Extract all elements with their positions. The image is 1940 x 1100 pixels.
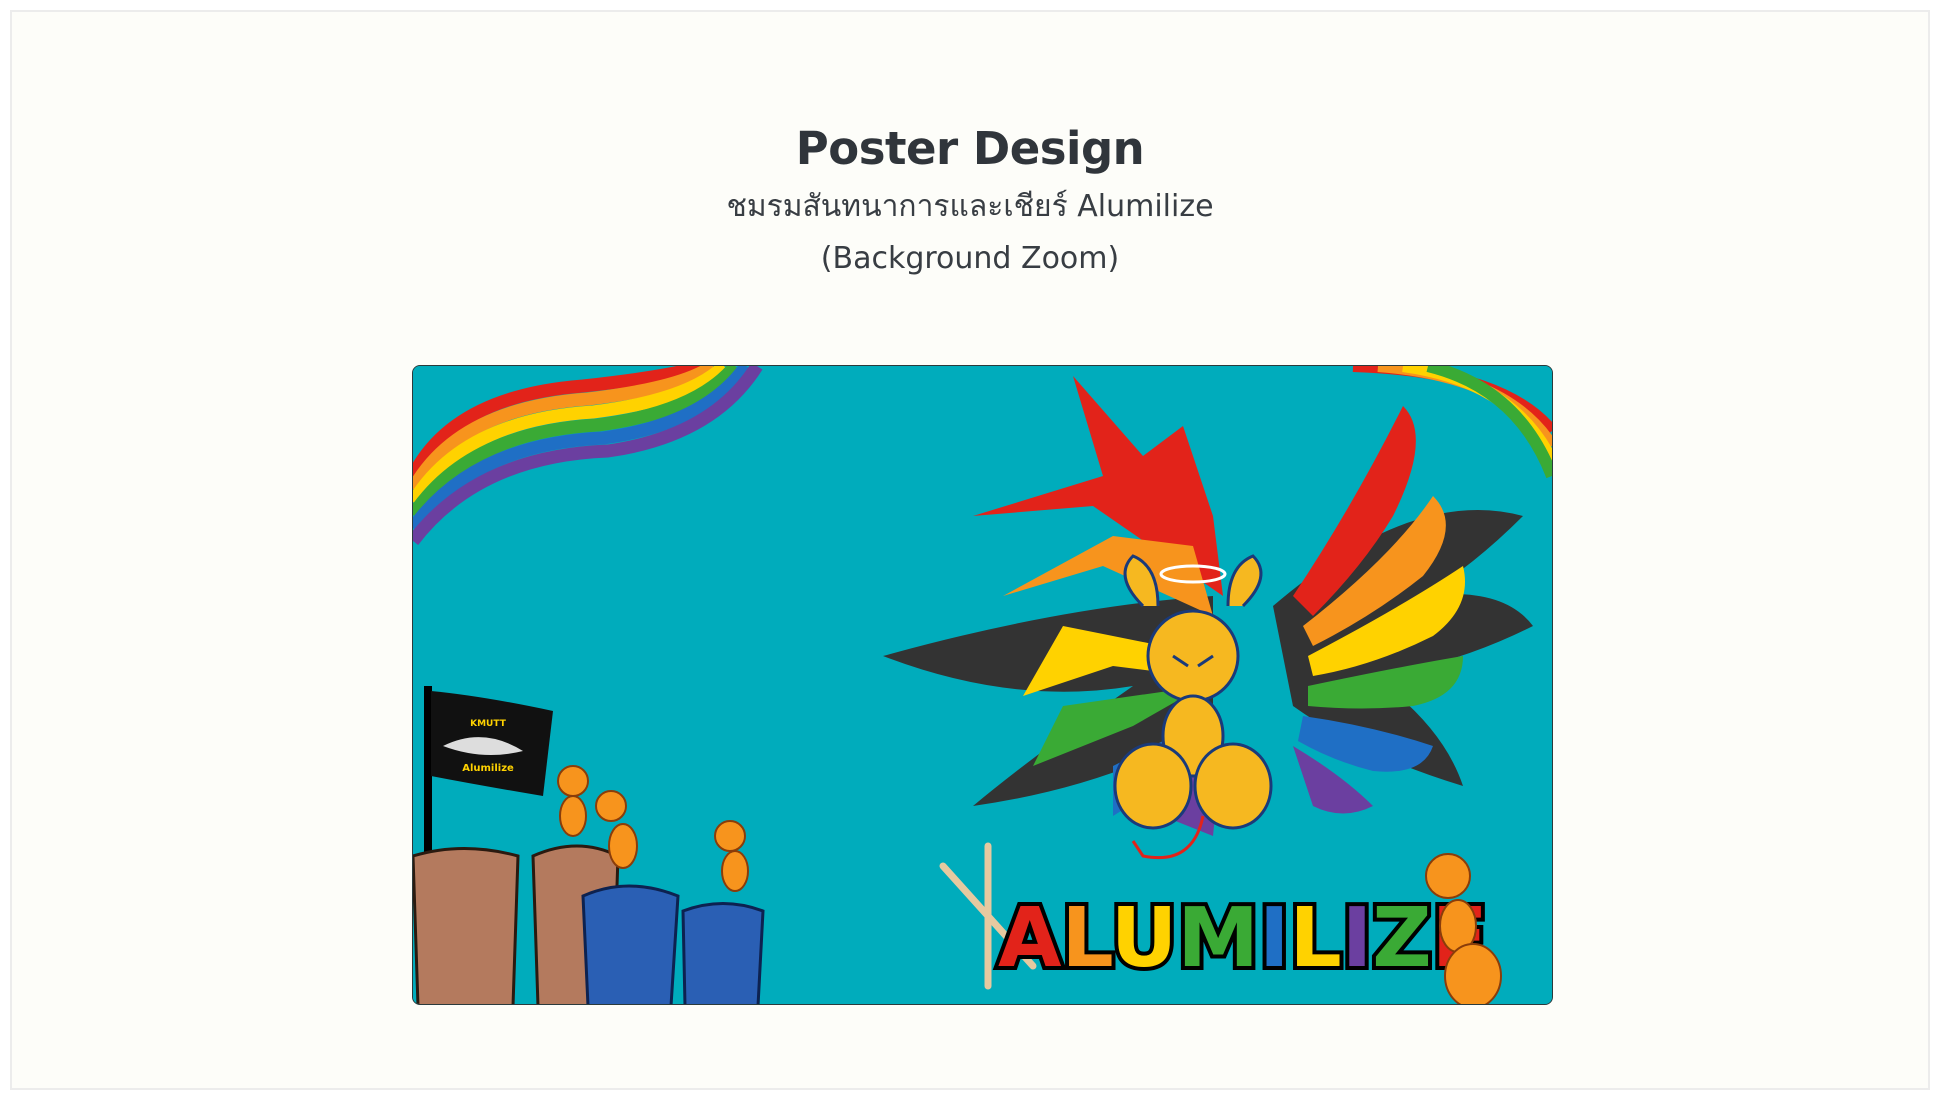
logo-letter: L — [1061, 891, 1112, 986]
logo-letter: I — [1259, 891, 1290, 986]
poster-artwork: ALUMILIZE ALUMILIZE KMUTT Alumilize — [413, 366, 1552, 1004]
page-subtitle: ชมรมสันทนาการและเชียร์ Alumilize — [726, 189, 1214, 224]
flag-text-bottom: Alumilize — [462, 763, 514, 774]
page-heading: Poster Design ชมรมสันทนาการและเชียร์ Alu… — [12, 118, 1928, 284]
page-subtitle-note: (Background Zoom) — [820, 241, 1120, 276]
poster-image[interactable]: ALUMILIZE ALUMILIZE KMUTT Alumilize — [412, 365, 1553, 1005]
logo-text: ALUMILIZE — [998, 891, 1488, 986]
page-title: Poster Design — [795, 122, 1145, 175]
alumilize-logo: ALUMILIZE ALUMILIZE — [994, 887, 1492, 990]
flag-text-top: KMUTT — [470, 719, 507, 729]
page-frame: Poster Design ชมรมสันทนาการและเชียร์ Alu… — [10, 10, 1930, 1090]
logo-letter: A — [998, 891, 1062, 986]
logo-letter: L — [1290, 891, 1342, 986]
logo-letter: U — [1111, 891, 1178, 986]
logo-letter: I — [1342, 891, 1373, 986]
logo-letter: M — [1177, 891, 1259, 986]
logo-letter: Z — [1372, 891, 1431, 986]
